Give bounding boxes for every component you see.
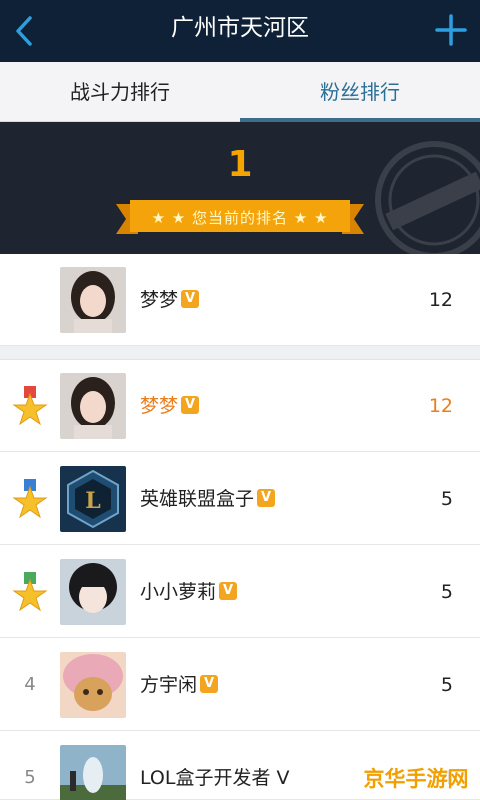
- silver-medal-icon: [12, 479, 48, 519]
- verified-badge: V: [257, 488, 276, 507]
- gold-medal-icon: [12, 386, 48, 426]
- svg-text:L: L: [85, 488, 100, 514]
- leaderboard-row-1[interactable]: 梦梦 V 12: [0, 360, 480, 452]
- leaderboard-row-3[interactable]: 小小萝莉 V 5: [0, 546, 480, 638]
- my-rank-number: 1: [227, 144, 253, 185]
- leaderboard-row-2[interactable]: L 英雄联盟盒子 V 5: [0, 453, 480, 545]
- verified-badge: V: [219, 581, 238, 600]
- avatar: [60, 267, 126, 333]
- fan-count: 5: [440, 674, 453, 696]
- section-divider: [0, 346, 480, 360]
- plus-icon[interactable]: [434, 13, 468, 47]
- rank-number: 4: [24, 674, 36, 695]
- fan-count: 12: [428, 395, 453, 417]
- bronze-medal-icon: [12, 572, 48, 612]
- lol-logo-avatar: L: [60, 466, 126, 532]
- my-rank-banner: 1 ★ ★ 您当前的排名 ★ ★: [0, 122, 480, 254]
- tab-bar: 战斗力排行 粉丝排行: [0, 62, 480, 122]
- user-name-text: 英雄联盟盒子: [140, 488, 255, 510]
- verified-badge: V: [200, 674, 219, 693]
- avatar: [60, 373, 126, 439]
- avatar: [60, 559, 126, 625]
- user-name: 英雄联盟盒子 V: [140, 453, 276, 545]
- user-name-text: 小小萝莉: [140, 581, 217, 603]
- rank-number: 5: [24, 767, 36, 788]
- verified-badge: V: [181, 395, 200, 414]
- user-name: 方宇闲 V: [140, 639, 219, 731]
- my-entry-row[interactable]: 梦梦 V 12: [0, 254, 480, 346]
- user-name-text: 梦梦: [140, 289, 179, 311]
- user-name-text: 方宇闲: [140, 674, 198, 696]
- fan-count: 12: [428, 289, 453, 311]
- user-name-text: 梦梦: [140, 395, 179, 417]
- top-bar: 广州市天河区: [0, 0, 480, 62]
- user-name: LOL盒子开发者 V: [140, 732, 290, 800]
- verified-badge: V: [181, 289, 200, 308]
- leaderboard-row-4[interactable]: 4 方宇闲 V 5: [0, 639, 480, 731]
- user-name: 梦梦 V: [140, 254, 200, 346]
- tab-combat-power[interactable]: 战斗力排行: [0, 62, 240, 122]
- user-name-text: LOL盒子开发者 V: [140, 767, 290, 789]
- cat-avatar: [60, 652, 126, 718]
- my-rank-label: ★ ★ 您当前的排名 ★ ★: [151, 209, 329, 227]
- user-name: 梦梦 V: [140, 360, 200, 452]
- fountain-photo-avatar: [60, 745, 126, 800]
- fan-count: 5: [440, 581, 453, 603]
- page-title: 广州市天河区: [171, 15, 309, 41]
- user-name: 小小萝莉 V: [140, 546, 238, 638]
- tab-fans[interactable]: 粉丝排行: [240, 62, 480, 122]
- fan-count: 5: [440, 488, 453, 510]
- site-watermark: 京华手游网: [358, 760, 474, 798]
